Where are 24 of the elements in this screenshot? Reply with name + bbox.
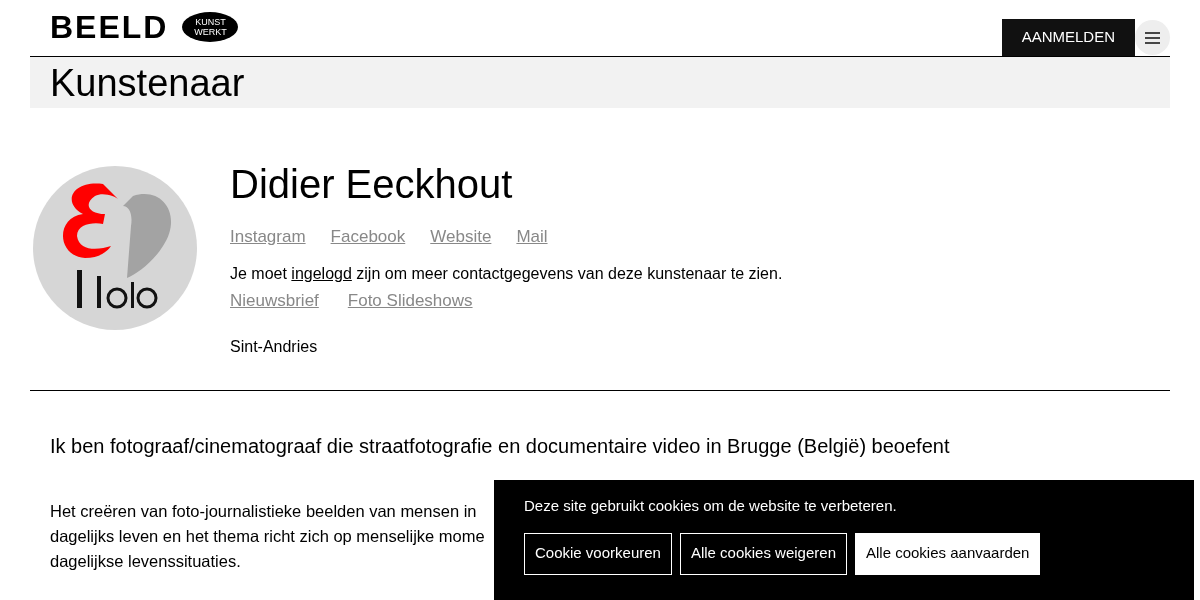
- logo[interactable]: BEELD: [50, 11, 169, 43]
- cookie-button[interactable]: Alle cookies aanvaarden: [855, 532, 1041, 575]
- login-link[interactable]: ingelogd: [291, 264, 352, 282]
- artist-name: Didier Eeckhout: [230, 162, 514, 206]
- body-text: dagelijks leven en het thema richt zich op menselijke mome: [50, 526, 485, 547]
- page-title: Kunstenaar: [50, 63, 245, 102]
- body-text: Het creëren van foto-journalistieke beelden van mensen in: [50, 501, 477, 522]
- social-link[interactable]: Mail: [516, 224, 548, 250]
- social-link[interactable]: Facebook: [330, 224, 406, 250]
- social-link[interactable]: Website: [430, 224, 492, 250]
- profile-link[interactable]: Foto Slideshows: [347, 287, 473, 313]
- cookie-button[interactable]: Alle cookies weigeren: [679, 532, 847, 575]
- social-link[interactable]: Instagram: [230, 224, 306, 250]
- login-note: Je moet ingelogd zijn om meer contactgegevens van deze kunstenaar te zien.: [230, 263, 783, 284]
- profile-link[interactable]: Nieuwsbrief: [230, 287, 319, 313]
- menu-button[interactable]: [1135, 20, 1170, 55]
- location: Sint-Andries: [230, 337, 319, 357]
- cookie-message: Deze site gebruikt cookies om de website te verbeteren.: [524, 496, 898, 516]
- menu-icon: [1145, 31, 1160, 44]
- cookie-button[interactable]: Cookie voorkeuren: [524, 532, 672, 575]
- login-button[interactable]: AANMELDEN: [1001, 19, 1135, 56]
- intro-text: Ik ben fotograaf/cinematograaf die straatfotografie en documentaire video in Brugge (België) beoefent: [50, 434, 951, 459]
- body-text: dagelijkse levenssituaties.: [50, 551, 241, 572]
- badge: KUNST WERKT: [182, 12, 239, 42]
